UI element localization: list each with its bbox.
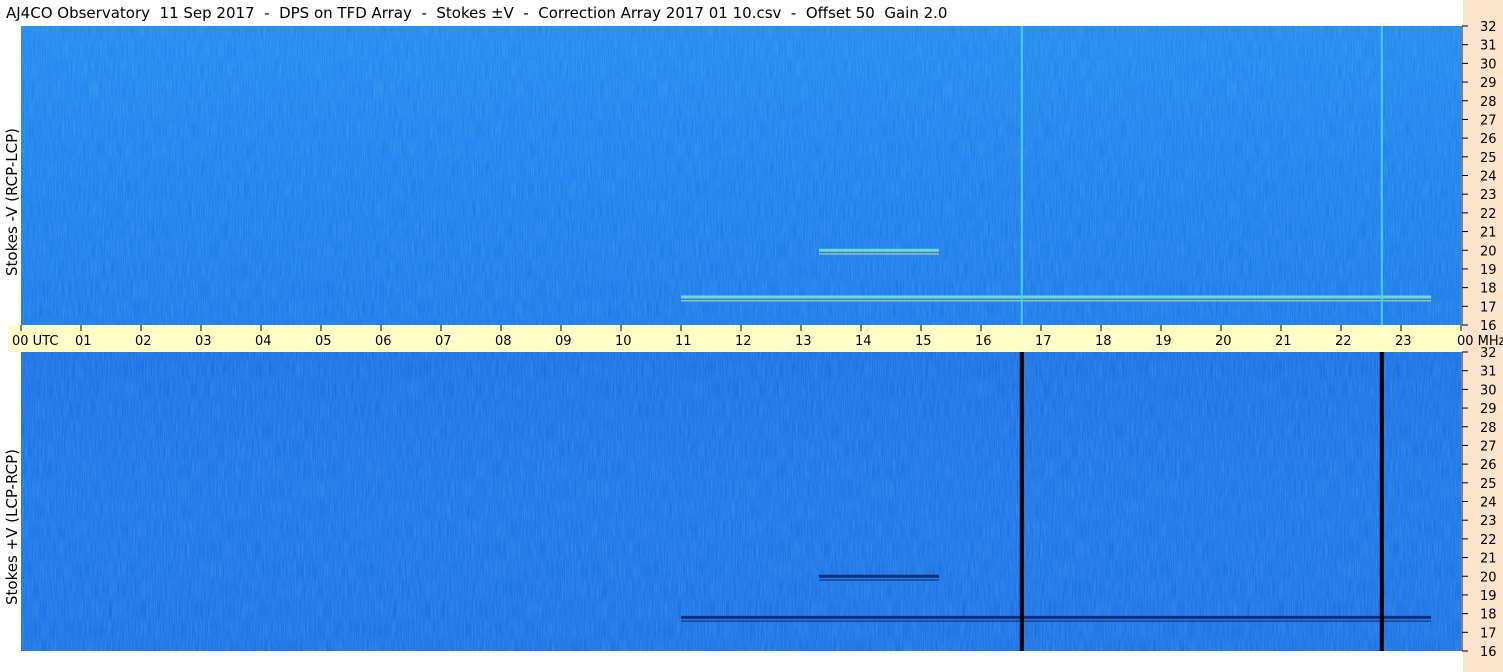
frequency-tick-label: 25 — [1480, 477, 1497, 492]
time-tick-label: 08 — [495, 334, 512, 349]
upper-spectrogram-panel — [21, 26, 1461, 325]
frequency-tick-label: 18 — [1480, 608, 1497, 623]
lower-frequency-axis: 32 31 30 29 28 27 26 25 24 23 22 21 20 19 18 17 16 — [1461, 346, 1497, 660]
time-tick-label: 12 — [735, 334, 752, 349]
burst-feature-edge-1 — [819, 253, 939, 255]
frequency-tick-label: 24 — [1480, 170, 1497, 185]
frequency-tick-label: 27 — [1480, 439, 1497, 454]
time-tick-label: 17 — [1035, 334, 1052, 349]
frequency-tick-label: 25 — [1480, 151, 1497, 166]
frequency-tick-label: 17 — [1480, 626, 1497, 641]
time-tick-label: 04 — [255, 334, 272, 349]
time-tick-label: 15 — [915, 334, 932, 349]
frequency-tick-label: 27 — [1480, 113, 1497, 128]
time-tick-label: 09 — [555, 334, 572, 349]
time-tick-label: 07 — [435, 334, 452, 349]
frequency-tick-label: 32 — [1480, 346, 1497, 361]
frequency-tick-label: 31 — [1480, 39, 1497, 54]
time-tick-label: 11 — [675, 334, 692, 349]
burst-feature-0 — [681, 615, 1431, 619]
frequency-tick-label: 19 — [1480, 263, 1497, 278]
frequency-tick-label: 18 — [1480, 282, 1497, 297]
time-tick-label: 19 — [1155, 334, 1172, 349]
frequency-tick-label: 21 — [1480, 226, 1497, 241]
time-tick-label: 02 — [135, 334, 152, 349]
frequency-tick-label: 16 — [1480, 319, 1497, 334]
frequency-tick-label: 30 — [1480, 57, 1497, 72]
frequency-tick-label: 30 — [1480, 383, 1497, 398]
time-tick-label: 03 — [195, 334, 212, 349]
frequency-tick-label: 20 — [1480, 244, 1497, 259]
lower-y-axis-label: Stokes +V (LCP-RCP) — [3, 449, 21, 605]
frequency-tick-label: 23 — [1480, 514, 1497, 529]
time-tick-label: 16 — [975, 334, 992, 349]
burst-feature-edge-0 — [681, 299, 1431, 302]
frequency-tick-label: 26 — [1480, 132, 1497, 147]
upper-y-axis-label: Stokes -V (RCP-LCP) — [3, 128, 21, 276]
upper-panel-noise — [21, 26, 1461, 325]
frequency-tick-label: 29 — [1480, 76, 1497, 91]
time-tick-label: 00 UTC — [12, 334, 58, 349]
time-tick-label: 20 — [1215, 334, 1232, 349]
frequency-tick-label: 17 — [1480, 300, 1497, 315]
frequency-tick-label: 31 — [1480, 365, 1497, 380]
lower-spectrogram-panel — [21, 352, 1461, 651]
time-tick-label: 01 — [75, 334, 92, 349]
time-tick-label: 14 — [855, 334, 872, 349]
burst-feature-edge-1 — [819, 579, 939, 581]
burst-feature-edge-0 — [681, 620, 1431, 622]
frequency-tick-label: 23 — [1480, 188, 1497, 203]
burst-feature-1 — [819, 574, 939, 578]
time-tick-label: 13 — [795, 334, 812, 349]
frequency-tick-label: 19 — [1480, 589, 1497, 604]
frequency-tick-label: 16 — [1480, 645, 1497, 660]
frequency-tick-label: 29 — [1480, 402, 1497, 417]
frequency-tick-label: 21 — [1480, 552, 1497, 567]
time-tick-label: 05 — [315, 334, 332, 349]
frequency-tick-label: 28 — [1480, 421, 1497, 436]
burst-feature-0 — [681, 295, 1431, 299]
frequency-tick-label: 32 — [1480, 20, 1497, 35]
burst-feature-1 — [819, 248, 939, 252]
frequency-tick-label: 24 — [1480, 496, 1497, 511]
time-tick-label: 10 — [615, 334, 632, 349]
lower-panel-noise — [21, 352, 1461, 651]
time-tick-label: 21 — [1275, 334, 1292, 349]
time-tick-label: 18 — [1095, 334, 1112, 349]
spectrogram-figure: 00 UTC 01 02 03 04 05 06 07 08 09 10 11 12 13 14 15 16 17… — [8, 20, 1503, 660]
frequency-tick-label: 26 — [1480, 458, 1497, 473]
time-tick-label: 06 — [375, 334, 392, 349]
frequency-tick-label: 22 — [1480, 533, 1497, 548]
time-tick-label: 22 — [1335, 334, 1352, 349]
frequency-tick-label: 22 — [1480, 207, 1497, 222]
frequency-tick-label: 28 — [1480, 95, 1497, 110]
frequency-tick-label: 20 — [1480, 570, 1497, 585]
time-tick-label: 23 — [1395, 334, 1412, 349]
upper-frequency-axis: 32 31 30 29 28 27 26 25 24 23 22 21 20 19 18 17 16 — [1461, 20, 1497, 334]
